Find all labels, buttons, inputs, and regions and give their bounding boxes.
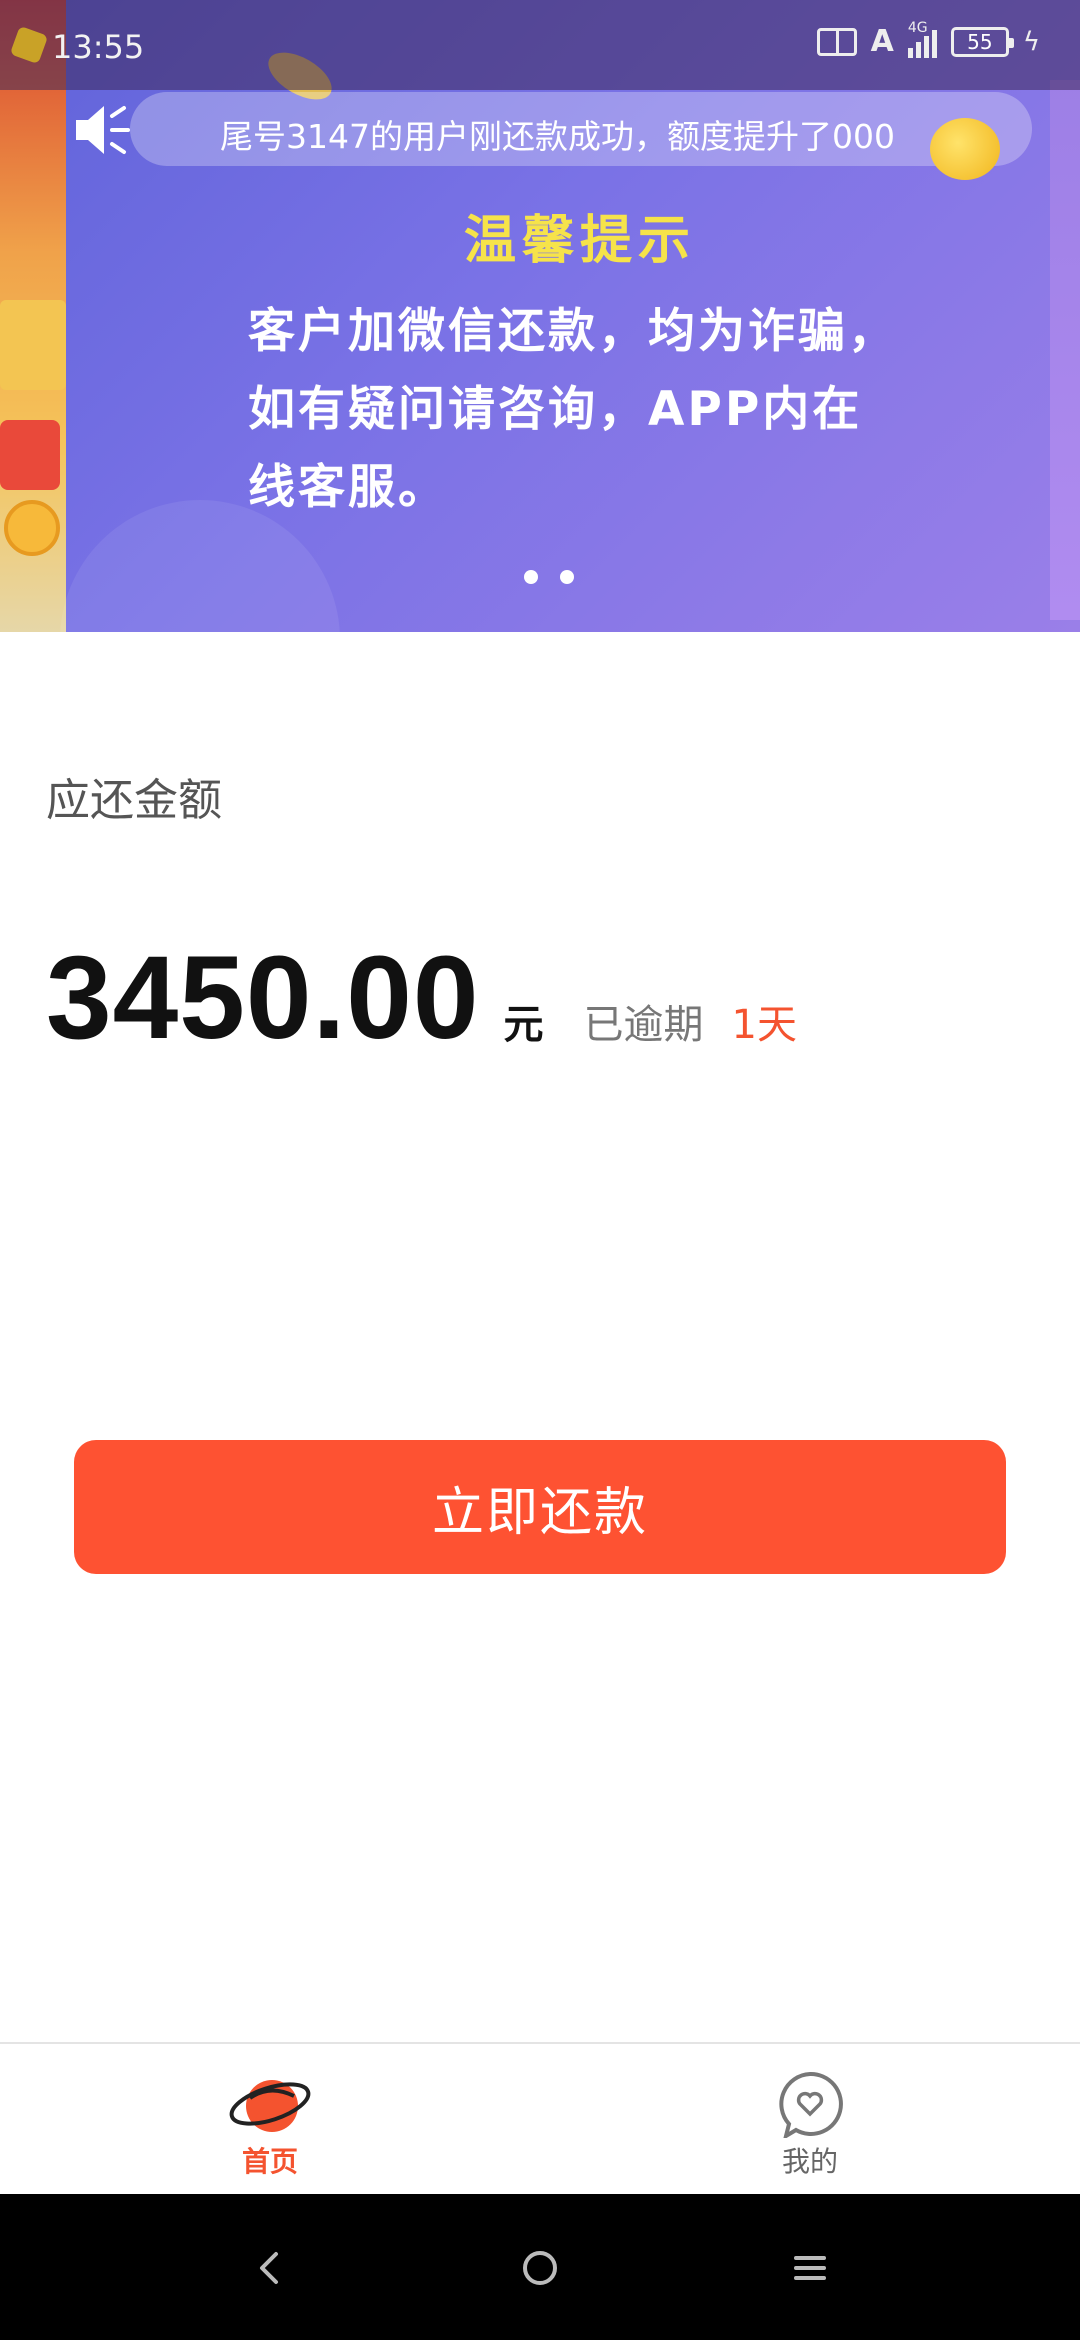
currency-unit: 元 xyxy=(503,1002,544,1048)
data-saver-icon: A xyxy=(870,24,894,59)
repay-now-button[interactable]: 立即还款 xyxy=(74,1440,1006,1574)
home-circle-icon[interactable] xyxy=(510,2240,570,2296)
system-navigation-bar xyxy=(0,2194,1080,2340)
next-slide-peek xyxy=(1050,80,1080,620)
tab-mine[interactable]: 我的 xyxy=(710,2044,910,2194)
network-type: 4G xyxy=(907,19,928,36)
carousel-indicator xyxy=(524,570,574,584)
menu-icon[interactable] xyxy=(780,2240,840,2296)
speaker-icon xyxy=(76,106,130,154)
tab-home-label: 首页 xyxy=(241,2145,298,2178)
tip-title: 温馨提示 xyxy=(463,211,696,271)
amount-row: 3450.00 元 已逾期 1天 xyxy=(46,930,797,1066)
tip-line: 如有疑问请咨询，APP内在 xyxy=(248,382,863,437)
battery-icon: 55 xyxy=(950,26,1014,57)
planet-icon xyxy=(229,2080,311,2132)
heart-chat-icon xyxy=(779,2071,843,2138)
coin-decoration xyxy=(930,118,1000,180)
dolby-icon xyxy=(816,27,857,56)
status-bar: 13:55 A 4G 55 ϟ xyxy=(0,0,1080,90)
marquee-text: 尾号3147的用户刚还款成功，额度提升了000 xyxy=(220,117,895,156)
amount-due-value: 3450.00 xyxy=(46,932,480,1064)
promo-banner[interactable]: 尾号3147的用户刚还款成功，额度提升了000 温馨提示 客户加微信还款，均为诈… xyxy=(0,0,1080,632)
signal-icon: 4G xyxy=(907,20,937,58)
tip-line: 客户加微信还款，均为诈骗， xyxy=(248,304,898,359)
overdue-days: 1天 xyxy=(731,1002,797,1048)
status-time: 13:55 xyxy=(52,28,145,66)
carousel-dot xyxy=(524,570,538,584)
notification-icon xyxy=(9,25,49,65)
overdue-label: 已逾期 xyxy=(583,1002,704,1048)
announcement-marquee: 尾号3147的用户刚还款成功，额度提升了000 xyxy=(130,92,1032,166)
tab-home[interactable]: 首页 xyxy=(170,2044,370,2194)
tip-line: 线客服。 xyxy=(248,460,448,515)
tab-mine-label: 我的 xyxy=(781,2145,838,2178)
back-icon[interactable] xyxy=(240,2240,300,2296)
bottom-tab-bar: 首页 我的 xyxy=(0,2042,1080,2194)
previous-slide-peek xyxy=(0,0,66,632)
decorative-circle xyxy=(60,500,340,632)
amount-due-label: 应还金额 xyxy=(46,775,222,826)
battery-level: 55 xyxy=(967,29,993,54)
carousel-dot xyxy=(560,570,574,584)
charging-icon: ϟ xyxy=(1022,26,1040,57)
